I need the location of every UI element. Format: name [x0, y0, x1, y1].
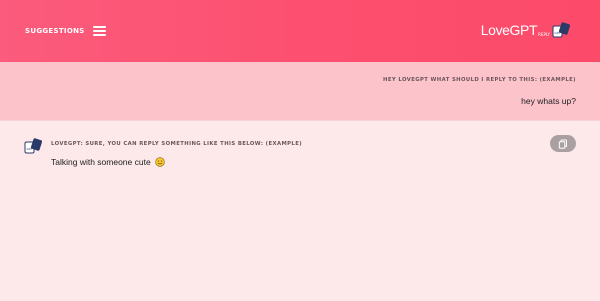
svg-text:GPT: GPT [555, 31, 561, 35]
question-section: HEY LOVEGPT WHAT SHOULD I REPLY TO THIS:… [0, 62, 600, 120]
question-text: hey whats up? [521, 96, 576, 106]
svg-text:GPT: GPT [27, 147, 33, 151]
brand-title: LoveGPT [480, 22, 538, 38]
lovegpt-logo-icon: GPT [24, 138, 42, 154]
answer-text: Talking with someone cute [51, 157, 151, 167]
copy-button[interactable] [550, 135, 576, 152]
suggestions-label: SUGGESTIONS [25, 27, 85, 35]
suggestions-menu-button[interactable]: SUGGESTIONS [25, 26, 106, 36]
answer-label: LOVEGPT: SURE, YOU CAN REPLY SOMETHING L… [51, 141, 303, 147]
lovegpt-logo-icon: GPT [552, 22, 570, 38]
copy-icon [558, 139, 567, 149]
brand-subtitle: REPLY [538, 32, 550, 37]
hamburger-icon [92, 26, 106, 36]
answer-text-row: Talking with someone cute [51, 157, 165, 167]
smiley-icon [155, 157, 165, 167]
question-label: HEY LOVEGPT WHAT SHOULD I REPLY TO THIS:… [383, 77, 576, 83]
brand: LoveGPT REPLY GPT [481, 22, 570, 38]
app-header: SUGGESTIONS LoveGPT REPLY GPT [0, 0, 600, 62]
answer-section: GPT LOVEGPT: SURE, YOU CAN REPLY SOMETHI… [0, 120, 600, 301]
